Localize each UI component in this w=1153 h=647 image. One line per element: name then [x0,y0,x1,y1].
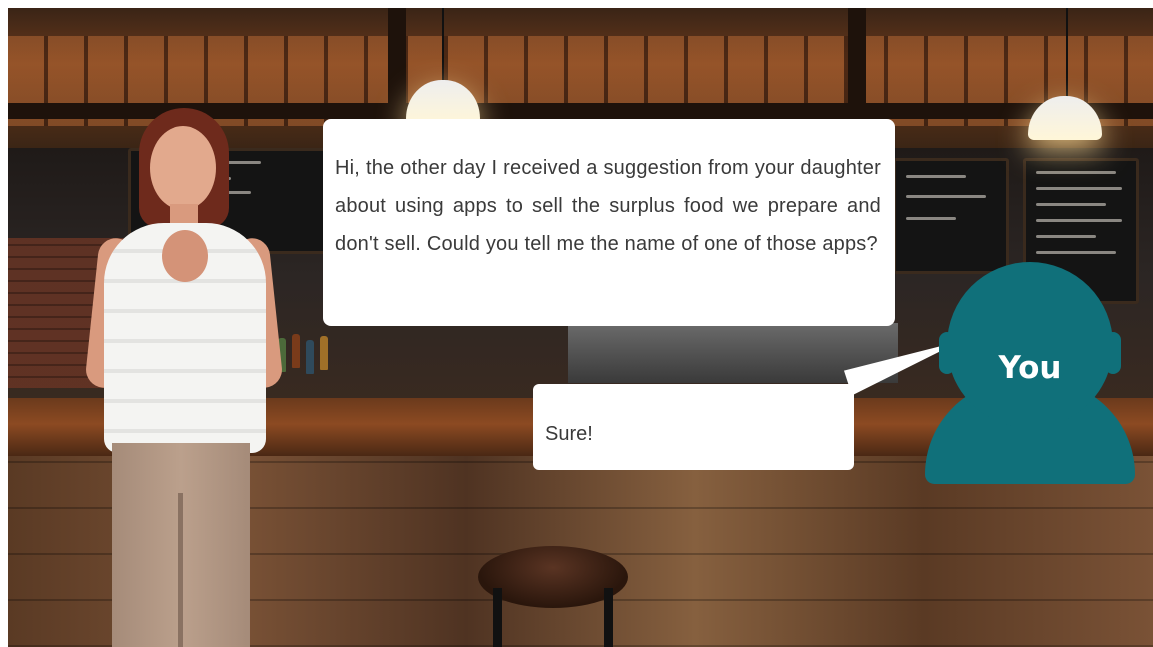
player-response-text: Sure! [545,423,593,445]
player-avatar: You [925,262,1135,484]
player-avatar-head [947,262,1113,428]
stool-leg [493,588,502,647]
player-response-option[interactable]: Sure! [533,384,854,470]
bottle [320,336,328,370]
player-label: You [998,350,1062,386]
character-face [150,126,216,210]
npc-speech-bubble: Hi, the other day I received a suggestio… [323,119,895,326]
character-hands [162,230,208,282]
bottle [292,334,300,368]
character-pants-seam [178,493,183,647]
npc-dialogue-text: Hi, the other day I received a suggestio… [335,157,881,255]
lamp-cord [442,8,444,88]
stool-leg [604,588,613,647]
bottle [306,340,314,374]
specials-board [893,158,1009,274]
lamp-cord [1066,8,1068,100]
woman-character [84,108,284,647]
